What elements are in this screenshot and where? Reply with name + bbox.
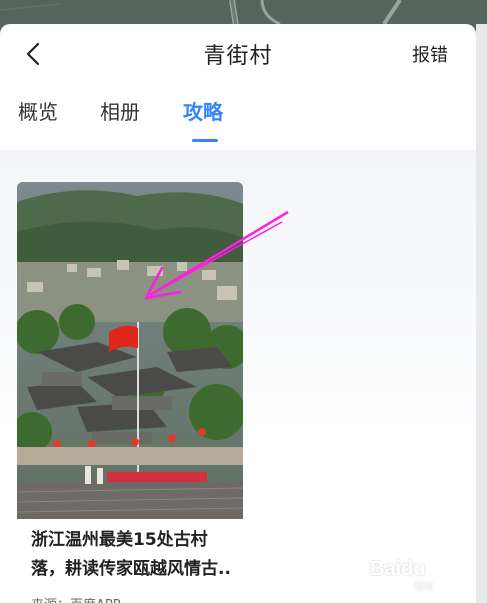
report-error-button[interactable]: 报错 xyxy=(412,41,448,67)
guide-card-image[interactable] xyxy=(17,182,243,519)
page-title: 青街村 xyxy=(203,44,273,69)
tab-overview[interactable]: 概览 xyxy=(18,96,58,125)
watermark-sub: 经验 xyxy=(414,582,434,593)
tab-guide[interactable]: 攻略 xyxy=(183,96,223,125)
baidu-watermark: Baidu 经验 xyxy=(370,548,470,593)
scroll-gutter xyxy=(476,24,487,603)
header: 青街村 报错 xyxy=(0,24,476,84)
guide-card-source: 来源：百度APP xyxy=(31,594,121,603)
guide-list: 浙江温州最美15处古村落，耕读传家瓯越风情古.. 来源：百度APP xyxy=(0,150,476,603)
active-tab-indicator xyxy=(192,139,218,142)
guide-card[interactable]: 浙江温州最美15处古村落，耕读传家瓯越风情古.. 来源：百度APP xyxy=(17,182,243,603)
screen: 青街村 报错 概览 相册 攻略 浙江温州最美15处古村落，耕读传家瓯越风情古..… xyxy=(0,0,487,603)
tab-bar: 概览 相册 攻略 xyxy=(0,84,476,144)
guide-card-title[interactable]: 浙江温州最美15处古村落，耕读传家瓯越风情古.. xyxy=(31,526,233,584)
tab-album[interactable]: 相册 xyxy=(100,96,140,125)
place-detail-sheet: 青街村 报错 概览 相册 攻略 浙江温州最美15处古村落，耕读传家瓯越风情古.. xyxy=(0,24,476,603)
